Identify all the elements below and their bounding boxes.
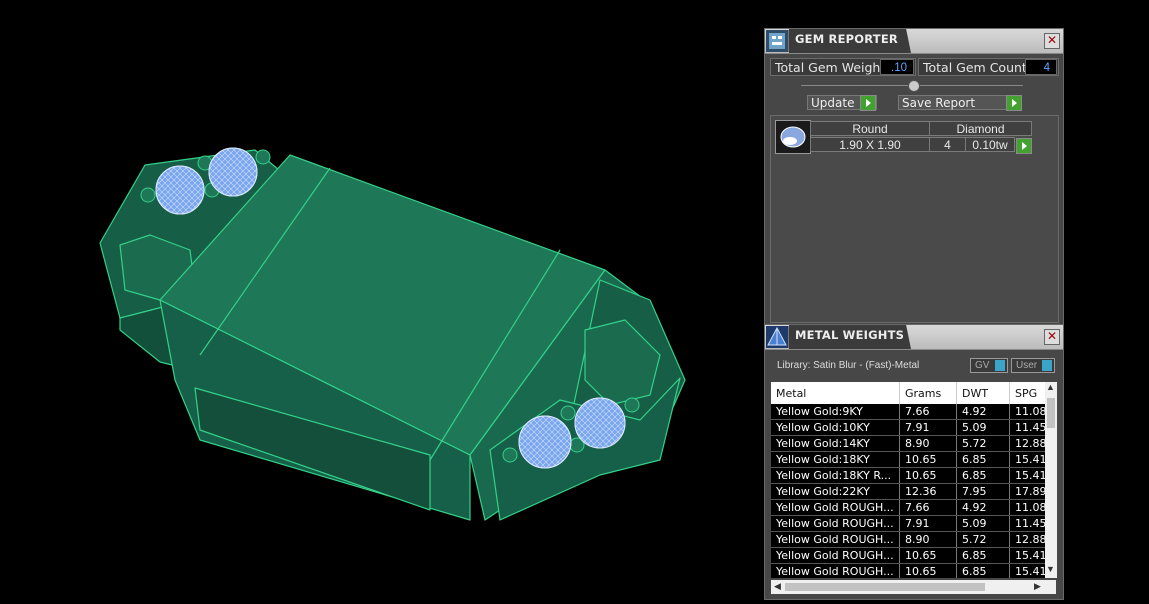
- grams-cell: 7.66: [899, 499, 957, 516]
- column-header-dwt[interactable]: DWT: [956, 382, 1010, 404]
- table-row[interactable]: Yellow Gold:14KY 8.90 5.72 12.88: [771, 435, 1056, 452]
- dwt-cell: 5.72: [956, 531, 1010, 548]
- gv-label: GV: [975, 360, 990, 371]
- dwt-cell: 6.85: [956, 563, 1010, 578]
- horizontal-scrollbar[interactable]: ◀ ▶: [771, 580, 1056, 594]
- save-report-button-label: Save Report: [902, 96, 976, 110]
- grams-cell: 10.65: [899, 563, 957, 578]
- panel-title: GEM REPORTER: [795, 32, 898, 46]
- ring-model: [99, 147, 686, 521]
- gv-button[interactable]: GV: [970, 358, 1008, 373]
- metal-cell: Yellow Gold:22KY: [771, 483, 900, 500]
- metal-weights-panel: METAL WEIGHTS ✕ Library: Satin Blur - (F…: [764, 324, 1064, 600]
- scroll-thumb[interactable]: [1047, 398, 1055, 428]
- metal-cell: Yellow Gold ROUGH...: [771, 499, 900, 516]
- gem-reporter-panel: GEM REPORTER ✕ Total Gem Weight .10 Tota…: [764, 28, 1064, 326]
- close-icon[interactable]: ✕: [1044, 329, 1060, 345]
- gem-count: 4: [929, 137, 966, 152]
- grams-cell: 10.65: [899, 547, 957, 564]
- table-row[interactable]: Yellow Gold ROUGH... 10.65 6.85 15.41: [771, 563, 1056, 578]
- save-report-button[interactable]: Save Report: [898, 95, 1022, 110]
- grams-cell: 12.36: [899, 483, 957, 500]
- scroll-up-icon[interactable]: ▲: [1046, 382, 1055, 392]
- dwt-cell: 6.85: [956, 467, 1010, 484]
- metal-cell: Yellow Gold ROUGH...: [771, 547, 900, 564]
- table-row[interactable]: Yellow Gold ROUGH... 7.91 5.09 11.45: [771, 515, 1056, 532]
- scroll-thumb[interactable]: [785, 583, 985, 591]
- gem-size: 1.90 X 1.90: [810, 137, 930, 152]
- table-row[interactable]: Yellow Gold:18KY 10.65 6.85 15.41: [771, 451, 1056, 468]
- grams-cell: 8.90: [899, 435, 957, 452]
- dwt-cell: 4.92: [956, 499, 1010, 516]
- save-report-arrow-icon[interactable]: [1006, 95, 1022, 111]
- column-header-metal[interactable]: Metal: [771, 382, 900, 404]
- gem-weight: 0.10tw: [965, 137, 1015, 152]
- table-row[interactable]: Yellow Gold ROUGH... 10.65 6.85 15.41: [771, 547, 1056, 564]
- metal-cell: Yellow Gold:18KY: [771, 451, 900, 468]
- update-arrow-icon[interactable]: [860, 95, 876, 111]
- gem-type: Diamond: [929, 121, 1032, 136]
- table-row[interactable]: Yellow Gold ROUGH... 7.66 4.92 11.08: [771, 499, 1056, 516]
- metal-cell: Yellow Gold ROUGH...: [771, 563, 900, 578]
- total-gem-weight-value: .10: [880, 59, 914, 75]
- metal-table[interactable]: Metal Grams DWT SPG Yellow Gold:9KY 7.66 4…: [771, 382, 1056, 578]
- panel-title: METAL WEIGHTS: [795, 328, 905, 342]
- user-label: User: [1016, 360, 1038, 371]
- grams-cell: 7.91: [899, 419, 957, 436]
- column-header-grams[interactable]: Grams: [899, 382, 957, 404]
- gem-reporter-titlebar[interactable]: GEM REPORTER ✕: [765, 29, 1063, 54]
- grams-cell: 7.91: [899, 515, 957, 532]
- round-diamond-icon[interactable]: [775, 120, 811, 154]
- grams-cell: 10.65: [899, 451, 957, 468]
- scroll-right-icon[interactable]: ▶: [1034, 581, 1041, 592]
- metal-weights-titlebar[interactable]: METAL WEIGHTS ✕: [765, 325, 1063, 350]
- table-row[interactable]: Yellow Gold ROUGH... 8.90 5.72 12.88: [771, 531, 1056, 548]
- metal-cell: Yellow Gold ROUGH...: [771, 515, 900, 532]
- table-row[interactable]: Yellow Gold:18KY R... 10.65 6.85 15.41: [771, 467, 1056, 484]
- total-gem-count-value: 4: [1025, 59, 1057, 75]
- user-button[interactable]: User: [1011, 358, 1055, 373]
- metal-weights-icon: [766, 326, 789, 348]
- grams-cell: 8.90: [899, 531, 957, 548]
- close-icon[interactable]: ✕: [1044, 33, 1060, 49]
- dwt-cell: 5.09: [956, 419, 1010, 436]
- metal-cell: Yellow Gold:14KY: [771, 435, 900, 452]
- gem-shape: Round: [810, 121, 930, 136]
- table-header-row: Metal Grams DWT SPG: [771, 382, 1056, 404]
- dwt-cell: 4.92: [956, 404, 1010, 420]
- metal-cell: Yellow Gold:9KY: [771, 404, 900, 420]
- grams-cell: 7.66: [899, 404, 957, 420]
- dwt-cell: 5.72: [956, 435, 1010, 452]
- library-label: Library: Satin Blur - (Fast)-Metal: [777, 360, 920, 371]
- info-icon: [1042, 360, 1052, 371]
- gem-list: Round Diamond 1.90 X 1.90 4 0.10tw: [770, 115, 1059, 323]
- gem-detail-arrow-icon[interactable]: [1016, 138, 1032, 154]
- metal-cell: Yellow Gold ROUGH...: [771, 531, 900, 548]
- dwt-cell: 5.09: [956, 515, 1010, 532]
- gem-reporter-icon: [766, 30, 789, 52]
- table-row[interactable]: Yellow Gold:22KY 12.36 7.95 17.89: [771, 483, 1056, 500]
- 3d-viewport[interactable]: [0, 0, 760, 601]
- table-row[interactable]: Yellow Gold:10KY 7.91 5.09 11.45: [771, 419, 1056, 436]
- dwt-cell: 6.85: [956, 451, 1010, 468]
- grams-cell: 10.65: [899, 467, 957, 484]
- metal-cell: Yellow Gold:18KY R...: [771, 467, 900, 484]
- table-row[interactable]: Yellow Gold:9KY 7.66 4.92 11.08: [771, 404, 1056, 420]
- dwt-cell: 6.85: [956, 547, 1010, 564]
- update-button-label: Update: [811, 96, 855, 110]
- scroll-left-icon[interactable]: ◀: [774, 581, 781, 592]
- vertical-scrollbar[interactable]: ▲ ▼: [1045, 382, 1057, 578]
- scroll-down-icon[interactable]: ▼: [1046, 564, 1055, 574]
- metal-cell: Yellow Gold:10KY: [771, 419, 900, 436]
- slider-handle[interactable]: [908, 80, 920, 92]
- dwt-cell: 7.95: [956, 483, 1010, 500]
- info-icon: [995, 360, 1005, 371]
